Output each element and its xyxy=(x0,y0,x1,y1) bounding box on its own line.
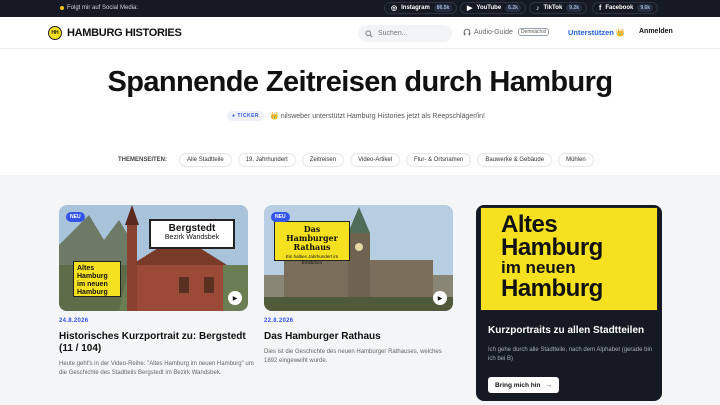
topic-nav: THEMENSEITEN: Alle Stadtteile 19. Jahrhu… xyxy=(118,153,594,167)
place-sign: Bergstedt Bezirk Wandsbek xyxy=(149,219,235,249)
social-link-instagram[interactable]: ◎ Instagram 86.5k xyxy=(384,2,458,14)
facebook-icon: f xyxy=(599,4,602,12)
ticker-badge: ● TICKER xyxy=(227,111,265,121)
article-description: Dies ist die Geschichte des neuen Hambur… xyxy=(264,349,442,364)
article-image-rathaus[interactable]: Das Hamburger Rathaus Ein halbes Jahrhun… xyxy=(264,205,453,311)
follow-label: Folgt mir auf Social Media: xyxy=(67,5,139,11)
bring-me-there-button[interactable]: Bring mich hin → xyxy=(488,377,559,393)
follower-count: 86.5k xyxy=(433,4,453,12)
topic-chip-mills[interactable]: Mühlen xyxy=(558,153,594,167)
instagram-icon: ◎ xyxy=(391,5,398,12)
support-link[interactable]: Unterstützen 👑 xyxy=(568,28,625,37)
page-title: Spannende Zeitreisen durch Hamburg xyxy=(107,66,614,98)
promo-description: Ich gehe durch alle Stadtteile, nach dem… xyxy=(488,347,653,362)
topic-chip-video-articles[interactable]: Video-Artikel xyxy=(350,153,400,167)
login-link[interactable]: Anmelden xyxy=(639,28,673,35)
article-description: Heute geht's in der Video-Reihe: "Altes … xyxy=(59,361,254,376)
follower-count: 9.2k xyxy=(566,4,583,12)
arrow-right-icon: → xyxy=(545,381,553,389)
topic-chip-buildings[interactable]: Bauwerke & Gebäude xyxy=(477,153,553,167)
social-link-facebook[interactable]: f Facebook 9.6k xyxy=(592,2,659,14)
search-box[interactable] xyxy=(358,25,452,42)
youtube-icon: ▶ xyxy=(467,5,473,12)
bullet-dot-icon xyxy=(60,6,64,10)
social-link-tiktok[interactable]: ♪ TikTok 9.2k xyxy=(529,2,588,14)
article-date: 24.8.2026 xyxy=(59,318,89,324)
site-header: HH HAMBURG HISTORIES Audio-Guide Demnäch… xyxy=(0,17,720,49)
logo-text: HAMBURG HISTORIES xyxy=(67,27,182,39)
social-link-youtube[interactable]: ▶ YouTube 6.2k xyxy=(460,2,526,14)
place-sign: Das Hamburger Rathaus Ein halbes Jahrhun… xyxy=(274,221,350,265)
ticker: ● TICKER 👑 nilsweber unterstützt Hamburg… xyxy=(227,111,485,121)
article-title[interactable]: Historisches Kurzportrait zu: Bergstedt … xyxy=(59,331,249,355)
follower-count: 9.6k xyxy=(637,4,654,12)
promo-card: Altes Hamburg im neuen Hamburg Kurzportr… xyxy=(476,205,662,401)
tiktok-icon: ♪ xyxy=(536,4,540,12)
topic-chip-time-travel[interactable]: Zeitreisen xyxy=(301,153,345,167)
series-poster: Altes Hamburg im neuen Hamburg xyxy=(480,207,658,311)
article-date: 22.8.2026 xyxy=(264,318,294,324)
search-icon xyxy=(365,29,373,38)
new-badge: NEU xyxy=(271,212,290,222)
headphones-icon xyxy=(463,28,471,36)
series-overlay-badge: Altes Hamburg im neuen Hamburg xyxy=(73,261,121,297)
new-badge: NEU xyxy=(66,212,85,222)
social-topbar: Folgt mir auf Social Media: ◎ Instagram … xyxy=(0,0,720,17)
ticker-text[interactable]: 👑 nilsweber unterstützt Hamburg Historie… xyxy=(270,112,485,120)
topic-chip-19th-century[interactable]: 19. Jahrhundert xyxy=(237,153,296,167)
search-input[interactable] xyxy=(378,30,438,37)
audio-guide-link[interactable]: Audio-Guide Demnächst xyxy=(463,28,550,36)
topic-chip-place-names[interactable]: Flur- & Ortsnamen xyxy=(406,153,472,167)
audio-guide-label: Audio-Guide xyxy=(474,28,513,36)
site-logo[interactable]: HH HAMBURG HISTORIES xyxy=(48,26,182,40)
article-image-bergstedt[interactable]: Bergstedt Bezirk Wandsbek Altes Hamburg … xyxy=(59,205,248,311)
play-icon[interactable]: ▶ xyxy=(433,291,447,305)
logo-badge-icon: HH xyxy=(48,26,62,40)
promo-title: Kurzportraits zu allen Stadtteilen xyxy=(488,325,645,336)
follow-note: Folgt mir auf Social Media: xyxy=(60,5,138,11)
coming-soon-badge: Demnächst xyxy=(517,28,550,36)
play-icon[interactable]: ▶ xyxy=(228,291,242,305)
article-title[interactable]: Das Hamburger Rathaus xyxy=(264,331,454,343)
topics-label: THEMENSEITEN: xyxy=(118,157,168,163)
topic-chip-all-districts[interactable]: Alle Stadtteile xyxy=(179,153,232,167)
follower-count: 6.2k xyxy=(505,4,521,12)
